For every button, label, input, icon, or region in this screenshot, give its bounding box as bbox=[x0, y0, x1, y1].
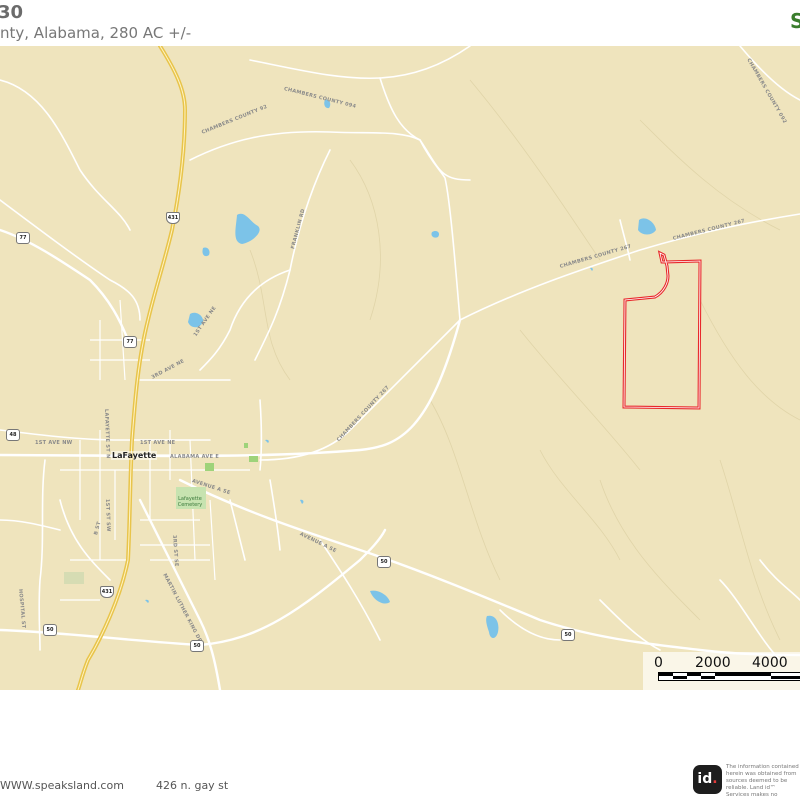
route-shield: 77 bbox=[16, 232, 30, 244]
footer-website-link[interactable]: WWW.speaksland.com bbox=[0, 779, 124, 792]
terrain-lines bbox=[249, 79, 800, 641]
route-shield: 431 bbox=[100, 586, 114, 598]
scale-bar: 0 2000 4000 bbox=[643, 652, 800, 690]
cemetery-label: Lafayette Cemetery bbox=[177, 496, 203, 508]
land-id-logo-icon: id. bbox=[693, 765, 722, 794]
listing-subtitle: nty, Alabama, 280 AC +/- bbox=[0, 24, 192, 42]
svg-text:S: S bbox=[790, 9, 800, 32]
park-patch bbox=[64, 572, 84, 584]
major-roads bbox=[0, 228, 800, 690]
route-shield: 50 bbox=[377, 556, 391, 568]
town-streets bbox=[60, 299, 260, 601]
listing-title: 30 bbox=[0, 2, 24, 23]
disclaimer-text: The information contained herein was obt… bbox=[726, 764, 799, 796]
road-label: 1ST AVE NW bbox=[35, 440, 73, 446]
minor-roads bbox=[0, 46, 800, 661]
route-shield: 50 bbox=[190, 640, 204, 652]
map-canvas bbox=[0, 46, 800, 690]
scale-label-2000: 2000 bbox=[695, 655, 731, 671]
water-bodies bbox=[145, 99, 656, 638]
scale-track bbox=[658, 672, 800, 681]
route-shield: 48 bbox=[6, 429, 20, 441]
map-view[interactable]: CHAMBERS COUNTY 094 CHAMBERS COUNTY 92 C… bbox=[0, 46, 800, 690]
route-shield: 77 bbox=[123, 336, 137, 348]
road-label: ALABAMA AVE E bbox=[170, 454, 220, 460]
route-shield: 50 bbox=[43, 624, 57, 636]
scale-label-4000: 4000 bbox=[752, 655, 788, 671]
property-boundary bbox=[622, 250, 702, 410]
scale-label-0: 0 bbox=[654, 655, 663, 671]
footer-address: 426 n. gay st bbox=[156, 779, 229, 792]
route-shield: 431 bbox=[166, 212, 180, 224]
road-label: 1ST AVE NE bbox=[140, 440, 176, 446]
road-label: 1ST ST SW bbox=[104, 498, 112, 532]
route-shield: 50 bbox=[561, 629, 575, 641]
town-label: LaFayette bbox=[111, 451, 158, 460]
header: 30 nty, Alabama, 280 AC +/- S bbox=[0, 0, 800, 46]
brand-logo-icon: S bbox=[790, 9, 800, 32]
